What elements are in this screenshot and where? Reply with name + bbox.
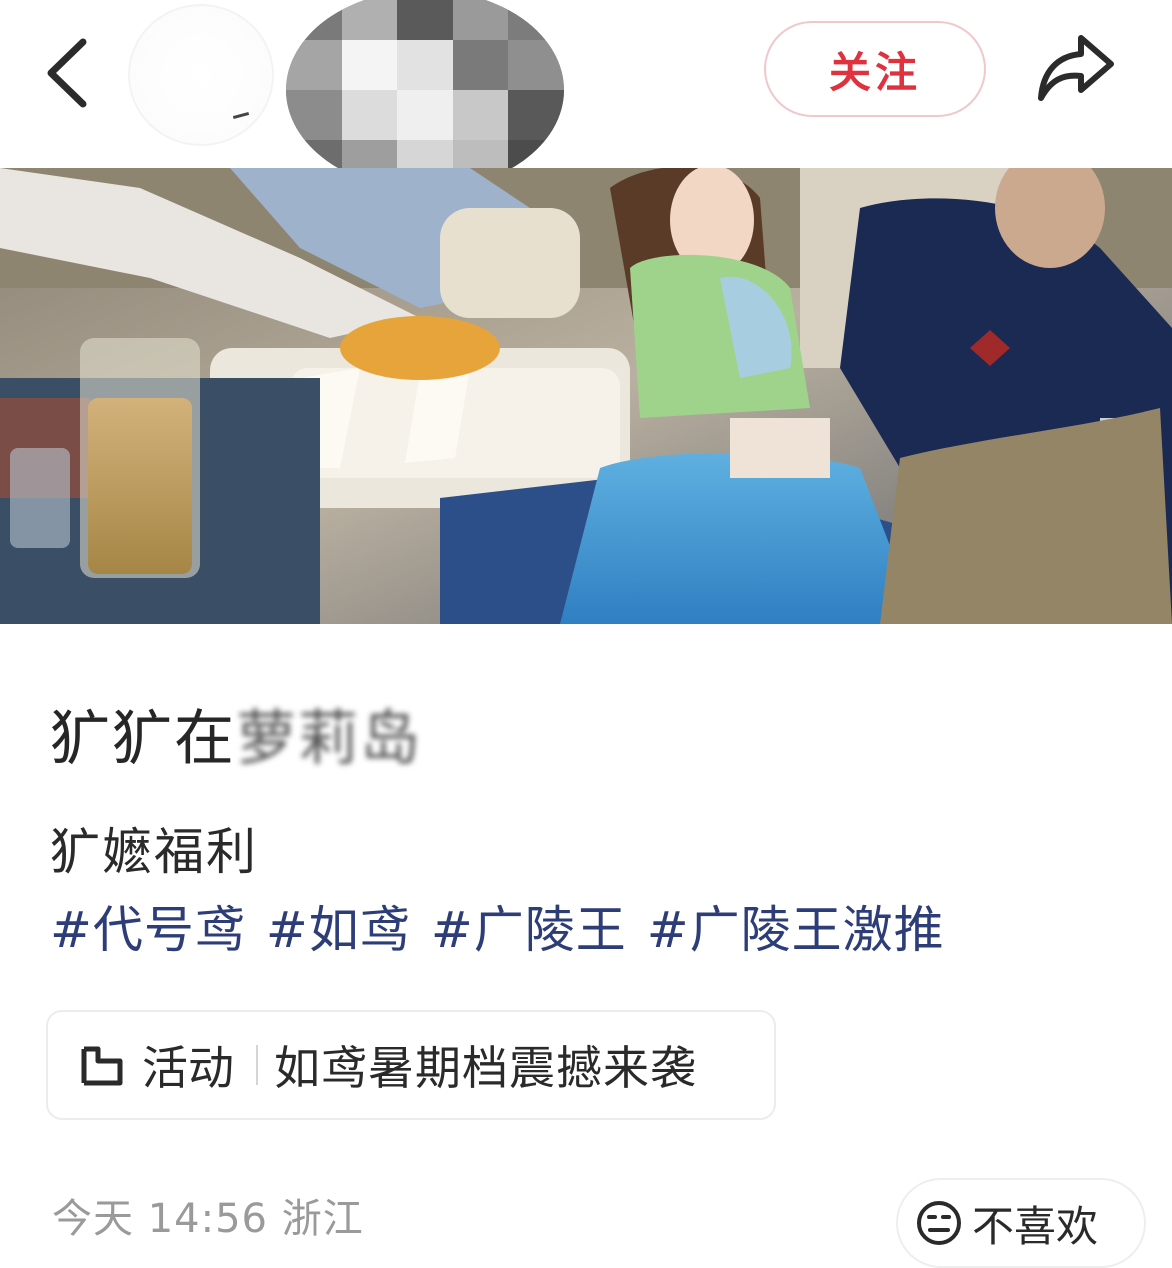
avatar-pixel bbox=[508, 0, 564, 40]
activity-text: 如鸢暑期档震撼来袭 bbox=[274, 1041, 697, 1095]
post-time-location: 今天 14:56 浙江 bbox=[52, 1196, 364, 1242]
avatar-pixel bbox=[452, 0, 509, 40]
share-button[interactable] bbox=[1028, 26, 1122, 112]
share-arrow-icon bbox=[1038, 35, 1114, 101]
avatar-pixel bbox=[286, 0, 342, 40]
activity-flag-icon bbox=[81, 1046, 123, 1086]
tag-link[interactable]: #如鸢 bbox=[266, 890, 411, 962]
activity-card[interactable]: 活动 如鸢暑期档震撼来袭 bbox=[46, 1010, 776, 1120]
post-image[interactable] bbox=[0, 168, 1172, 624]
avatar-pixel bbox=[508, 40, 564, 90]
post-title-blurred: 萝莉岛 bbox=[236, 704, 422, 774]
avatar-pixel bbox=[341, 90, 398, 140]
avatar[interactable] bbox=[286, 0, 564, 190]
avatar-pixel bbox=[341, 40, 398, 90]
avatar-pixel bbox=[508, 90, 564, 140]
top-bar: 关注 bbox=[0, 0, 1172, 190]
tag-link[interactable]: #广陵王 bbox=[431, 890, 627, 962]
avatar-pixel bbox=[397, 0, 453, 40]
avatar-pixel bbox=[286, 40, 342, 90]
avatar-pixel bbox=[341, 0, 398, 40]
tag-link[interactable]: #广陵王激推 bbox=[647, 890, 945, 962]
avatar-pixel bbox=[397, 40, 453, 90]
avatar-pixel bbox=[452, 40, 509, 90]
neutral-face-icon bbox=[917, 1201, 961, 1245]
divider bbox=[256, 1045, 258, 1085]
post-title-text: 犷犷在 bbox=[50, 704, 236, 774]
avatar-placeholder[interactable] bbox=[128, 4, 274, 146]
chevron-left-icon bbox=[47, 38, 87, 108]
tag-list: #代号鸢 #如鸢 #广陵王 #广陵王激推 bbox=[50, 890, 945, 962]
back-button[interactable] bbox=[32, 28, 102, 118]
follow-button[interactable]: 关注 bbox=[764, 21, 986, 117]
avatar-pixel bbox=[397, 90, 453, 140]
post-photo bbox=[0, 168, 1172, 624]
avatar-pixel bbox=[452, 90, 509, 140]
dislike-button[interactable]: 不喜欢 bbox=[896, 1178, 1146, 1268]
avatar-pixel bbox=[286, 90, 342, 140]
post-title: 犷犷在萝莉岛 bbox=[50, 690, 422, 777]
activity-label: 活动 bbox=[142, 1041, 234, 1095]
tag-link[interactable]: #代号鸢 bbox=[50, 890, 246, 962]
dislike-label: 不喜欢 bbox=[972, 1201, 1099, 1251]
post-subtitle: 犷嬷福利 bbox=[50, 823, 258, 881]
